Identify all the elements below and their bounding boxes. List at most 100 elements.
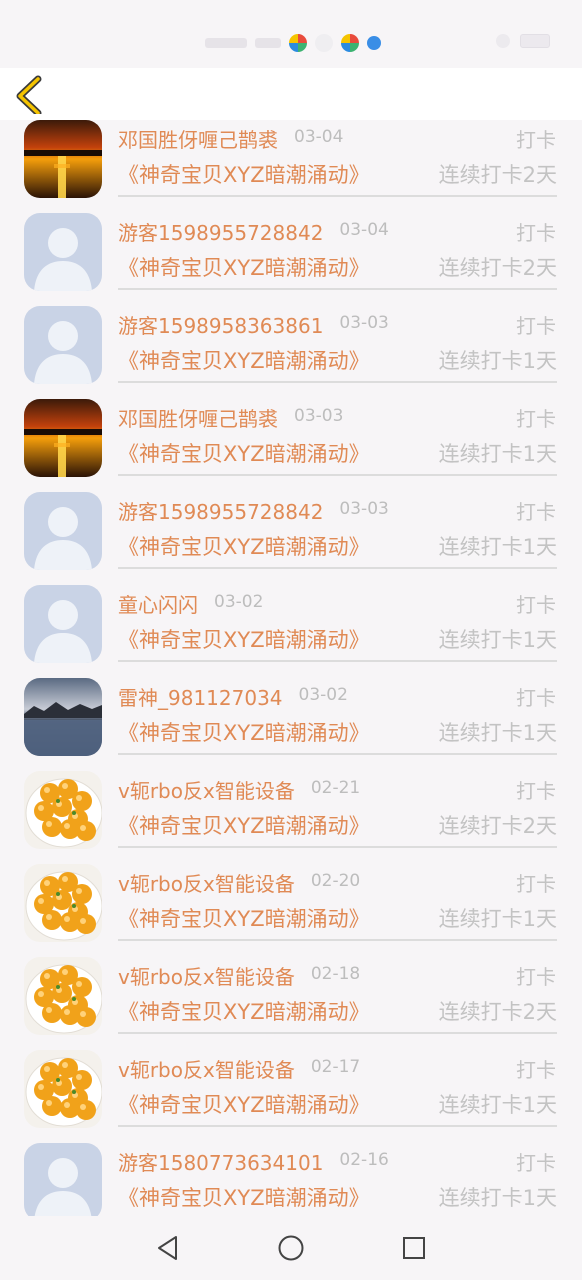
user-name: 游客1598955728842 (118, 500, 324, 524)
user-name: v轭rbo反x智能设备 (118, 872, 295, 896)
nav-back-button[interactable] (152, 1232, 184, 1264)
app-notification-icon (289, 34, 307, 52)
food-photo-avatar-image (24, 1050, 102, 1128)
food-photo-avatar-image (24, 771, 102, 849)
book-title-link[interactable]: 《神奇宝贝XYZ暗潮涌动》 (118, 438, 370, 468)
checkin-action-label: 打卡 (516, 593, 556, 617)
app-screen: 邓国胜伢喱己鹊裘 03-04 打卡 《神奇宝贝XYZ暗潮涌动》 连续打卡2天 游客1598… (0, 0, 582, 1280)
checkin-list-item[interactable]: v轭rbo反x智能设备 02-20 打卡《神奇宝贝XYZ暗潮涌动》 连续打卡1天 (0, 848, 582, 942)
default-user-avatar-icon (24, 1143, 102, 1216)
checkin-list-item[interactable]: v轭rbo反x智能设备 02-21 打卡 《神奇宝贝XYZ暗潮涌动》 连续打卡2天 (0, 755, 582, 849)
checkin-list-item[interactable]: 游客1598955728842 03-03 打卡 《神奇宝贝XYZ暗潮涌动》 连续打卡1… (0, 476, 582, 570)
user-name: 游客1580773634101 (118, 1151, 324, 1175)
default-user-avatar-icon (24, 213, 102, 291)
user-name: 游客1598958363861 (118, 314, 324, 338)
user-name: v轭rbo反x智能设备 (118, 779, 295, 803)
lake-photo-avatar-image (24, 678, 102, 756)
user-avatar[interactable] (24, 399, 102, 477)
checkin-date: 02-18 (310, 964, 361, 984)
checkin-streak: 连续打卡2天 (438, 163, 557, 187)
user-name: 邓国胜伢喱己鹊裘 (118, 407, 278, 431)
user-avatar[interactable] (24, 957, 102, 1035)
user-name: 游客1598955728842 (118, 221, 324, 245)
book-title-link[interactable]: 《神奇宝贝XYZ暗潮涌动》 (118, 996, 370, 1026)
checkin-date: 03-04 (294, 127, 344, 147)
sunset-photo-avatar-image (24, 399, 102, 477)
user-name: 邓国胜伢喱己鹊裘 (118, 128, 278, 152)
status-icons (205, 32, 381, 54)
user-avatar[interactable] (24, 120, 102, 198)
checkin-streak: 连续打卡2天 (438, 1000, 557, 1024)
checkin-action-label: 打卡 (516, 872, 556, 896)
checkin-list-item[interactable]: 童心闪闪 03-02 打卡 《神奇宝贝XYZ暗潮涌动》 连续打卡1天 (0, 569, 582, 663)
status-right (496, 34, 550, 48)
nav-home-button[interactable] (275, 1232, 307, 1264)
checkin-action-label: 打卡 (516, 500, 556, 524)
user-avatar[interactable] (24, 585, 102, 663)
user-avatar[interactable] (24, 492, 102, 570)
status-bar (0, 0, 582, 68)
checkin-date: 03-03 (294, 406, 344, 426)
default-user-avatar-icon (24, 492, 102, 570)
checkin-action-label: 打卡 (516, 314, 556, 338)
checkin-date: 02-20 (310, 871, 361, 891)
user-avatar[interactable] (24, 213, 102, 291)
book-title-link[interactable]: 《神奇宝贝XYZ暗潮涌动》 (118, 717, 370, 747)
network-icon (255, 38, 281, 48)
browser-notification-icon (367, 36, 381, 50)
default-user-avatar-icon (24, 585, 102, 663)
back-button[interactable] (12, 74, 52, 117)
user-avatar[interactable] (24, 678, 102, 756)
user-avatar[interactable] (24, 864, 102, 942)
user-name: v轭rbo反x智能设备 (118, 1058, 295, 1082)
user-name: 雷神_981127034 (118, 686, 283, 710)
checkin-list[interactable]: 邓国胜伢喱己鹊裘 03-04 打卡 《神奇宝贝XYZ暗潮涌动》 连续打卡2天 游客1598… (0, 0, 582, 1216)
checkin-streak: 连续打卡1天 (438, 907, 557, 931)
book-title-link[interactable]: 《神奇宝贝XYZ暗潮涌动》 (118, 159, 370, 189)
user-avatar[interactable] (24, 1143, 102, 1216)
checkin-action-label: 打卡 (516, 1151, 556, 1175)
checkin-list-item[interactable]: v轭rbo反x智能设备 02-17 打卡 《神奇宝贝XYZ暗潮涌动》 连续打卡1天 (0, 1034, 582, 1128)
checkin-list-item[interactable]: 雷神_981127034 03-02 打卡 《神奇宝贝XYZ暗潮涌动》 连续打卡1天 (0, 662, 582, 756)
triangle-back-icon (158, 1236, 177, 1260)
checkin-list-item[interactable]: 邓国胜伢喱己鹊裘 03-03 打卡《神奇宝贝XYZ暗潮涌动》 连续打卡1天 (0, 383, 582, 477)
checkin-streak: 连续打卡2天 (438, 256, 557, 280)
user-avatar[interactable] (24, 771, 102, 849)
chevron-left-icon (16, 75, 42, 117)
checkin-date: 03-03 (339, 499, 389, 519)
checkin-list-item[interactable]: 游客1598955728842 03-04 打卡 《神奇宝贝XYZ暗潮涌动》 连续打卡2… (0, 197, 582, 291)
book-title-link[interactable]: 《神奇宝贝XYZ暗潮涌动》 (118, 531, 370, 561)
alarm-icon (496, 34, 510, 48)
book-title-link[interactable]: 《神奇宝贝XYZ暗潮涌动》 (118, 1182, 370, 1212)
checkin-action-label: 打卡 (516, 965, 556, 989)
checkin-list-item[interactable]: 游客1580773634101 02-16 打卡 《神奇宝贝XYZ暗潮涌动》 连续打卡1… (0, 1127, 582, 1216)
checkin-streak: 连续打卡1天 (438, 1093, 557, 1117)
square-recents-icon (403, 1237, 425, 1259)
circle-home-icon (278, 1235, 304, 1261)
checkin-streak: 连续打卡2天 (438, 814, 557, 838)
signal-icon (205, 38, 247, 48)
user-name: v轭rbo反x智能设备 (118, 965, 295, 989)
checkin-action-label: 打卡 (516, 779, 556, 803)
checkin-streak: 连续打卡1天 (438, 442, 557, 466)
book-title-link[interactable]: 《神奇宝贝XYZ暗潮涌动》 (118, 1089, 370, 1119)
checkin-action-label: 打卡 (516, 128, 556, 152)
checkin-list-item[interactable]: 游客1598958363861 03-03 打卡 《神奇宝贝XYZ暗潮涌动》 连续打卡1… (0, 290, 582, 384)
checkin-date: 03-02 (298, 685, 348, 705)
checkin-date: 02-16 (339, 1150, 389, 1170)
checkin-date: 03-02 (214, 592, 264, 612)
nav-recents-button[interactable] (398, 1232, 430, 1264)
checkin-list-item[interactable]: v轭rbo反x智能设备 02-18 打卡《神奇宝贝XYZ暗潮涌动》 连续打卡2天 (0, 941, 582, 1035)
user-avatar[interactable] (24, 1050, 102, 1128)
book-title-link[interactable]: 《神奇宝贝XYZ暗潮涌动》 (118, 624, 370, 654)
checkin-date: 02-17 (310, 1057, 361, 1077)
chat-notification-icon (315, 34, 333, 52)
book-title-link[interactable]: 《神奇宝贝XYZ暗潮涌动》 (118, 345, 370, 375)
book-title-link[interactable]: 《神奇宝贝XYZ暗潮涌动》 (118, 252, 370, 282)
book-title-link[interactable]: 《神奇宝贝XYZ暗潮涌动》 (118, 903, 370, 933)
checkin-action-label: 打卡 (516, 407, 556, 431)
book-title-link[interactable]: 《神奇宝贝XYZ暗潮涌动》 (118, 810, 370, 840)
user-name: 童心闪闪 (118, 593, 198, 617)
user-avatar[interactable] (24, 306, 102, 384)
sunset-photo-avatar-image (24, 120, 102, 198)
